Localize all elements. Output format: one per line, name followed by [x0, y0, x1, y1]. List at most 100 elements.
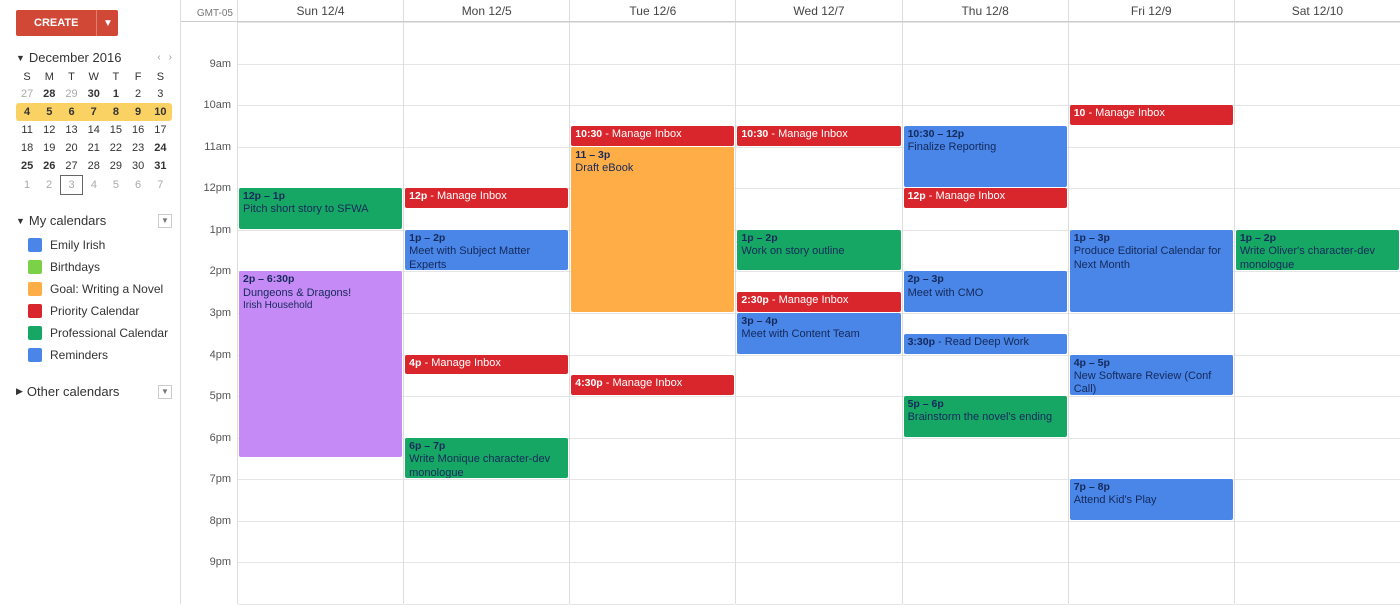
mini-cal-day[interactable]: 9 [127, 103, 149, 121]
event-title: Manage Inbox [437, 190, 507, 202]
calendar-event[interactable]: 4:30p - Manage Inbox [571, 375, 734, 395]
calendar-event[interactable]: 6p – 7pWrite Monique character-dev monol… [405, 438, 568, 479]
event-time: 3:30p [908, 336, 935, 348]
calendar-event[interactable]: 10:30 - Manage Inbox [571, 126, 734, 146]
mini-cal-day[interactable]: 7 [83, 103, 105, 121]
create-dropdown-button[interactable]: ▼ [96, 10, 118, 36]
day-header[interactable]: Sun 12/4 [237, 0, 403, 21]
mini-cal-day[interactable]: 4 [83, 176, 105, 195]
calendar-list-item[interactable]: Goal: Writing a Novel [16, 278, 172, 300]
time-label: 2pm [210, 265, 231, 277]
mini-cal-day[interactable]: 5 [38, 103, 60, 121]
day-header[interactable]: Mon 12/5 [403, 0, 569, 21]
mini-cal-day[interactable]: 7 [149, 176, 171, 195]
calendar-event[interactable]: 1p – 3pProduce Editorial Calendar for Ne… [1070, 230, 1233, 312]
mini-cal-day[interactable]: 18 [16, 139, 38, 157]
calendar-list-item[interactable]: Priority Calendar [16, 300, 172, 322]
mini-cal-day[interactable]: 31 [149, 157, 171, 176]
day-header[interactable]: Wed 12/7 [735, 0, 901, 21]
my-calendars-toggle[interactable]: ▼ My calendars [16, 213, 106, 228]
other-calendars-menu-button[interactable]: ▼ [158, 385, 172, 399]
mini-cal-day[interactable]: 4 [16, 103, 38, 121]
mini-cal-day[interactable]: 3 [60, 176, 82, 195]
mini-cal-day[interactable]: 28 [83, 157, 105, 176]
prev-month-button[interactable]: ‹ [157, 52, 160, 63]
mini-cal-day[interactable]: 28 [38, 85, 60, 103]
day-header[interactable]: Thu 12/8 [902, 0, 1068, 21]
calendar-list-item[interactable]: Reminders [16, 344, 172, 366]
calendar-event[interactable]: 12p - Manage Inbox [904, 188, 1067, 208]
mini-cal-day[interactable]: 10 [149, 103, 171, 121]
day-column[interactable]: 10:30 - Manage Inbox 1p – 2pWork on story… [735, 22, 901, 604]
calendar-event[interactable]: 10 - Manage Inbox [1070, 105, 1233, 125]
calendar-event[interactable]: 7p – 8pAttend Kid's Play [1070, 479, 1233, 520]
mini-cal-day[interactable]: 30 [127, 157, 149, 176]
mini-cal-day[interactable]: 5 [105, 176, 127, 195]
calendar-event[interactable]: 12p - Manage Inbox [405, 188, 568, 208]
calendar-event[interactable]: 4p – 5pNew Software Review (Conf Call) [1070, 355, 1233, 396]
calendar-event[interactable]: 1p – 2pMeet with Subject Matter Experts [405, 230, 568, 271]
calendar-event[interactable]: 2p – 6:30pDungeons & Dragons!Irish House… [239, 271, 402, 457]
calendar-event[interactable]: 10:30 – 12pFinalize Reporting [904, 126, 1067, 187]
calendar-list-item[interactable]: Emily Irish [16, 234, 172, 256]
mini-cal-day[interactable]: 20 [60, 139, 82, 157]
day-column[interactable]: 10:30 - Manage Inbox11 – 3pDraft eBook 4:… [569, 22, 735, 604]
my-calendars-menu-button[interactable]: ▼ [158, 214, 172, 228]
mini-cal-day[interactable]: 8 [105, 103, 127, 121]
calendar-event[interactable]: 5p – 6pBrainstorm the novel's ending [904, 396, 1067, 437]
mini-cal-day[interactable]: 16 [127, 121, 149, 139]
mini-cal-day[interactable]: 27 [16, 85, 38, 103]
mini-cal-day[interactable]: 2 [38, 176, 60, 195]
calendar-event[interactable]: 3p – 4pMeet with Content Team [737, 313, 900, 354]
mini-cal-day[interactable]: 1 [16, 176, 38, 195]
calendar-event[interactable]: 2:30p - Manage Inbox [737, 292, 900, 312]
mini-cal-day[interactable]: 24 [149, 139, 171, 157]
mini-cal-day[interactable]: 21 [83, 139, 105, 157]
calendar-list-item[interactable]: Birthdays [16, 256, 172, 278]
calendar-event[interactable]: 10:30 - Manage Inbox [737, 126, 900, 146]
mini-cal-day[interactable]: 6 [60, 103, 82, 121]
mini-cal-day[interactable]: 12 [38, 121, 60, 139]
day-column[interactable]: 12p – 1pPitch short story to SFWA 2p – 6:… [237, 22, 403, 604]
calendar-event[interactable]: 1p – 2pWork on story outline [737, 230, 900, 271]
day-header-row: GMT-05 Sun 12/4Mon 12/5Tue 12/6Wed 12/7T… [181, 0, 1400, 22]
calendar-event[interactable]: 1p – 2pWrite Oliver's character-dev mono… [1236, 230, 1399, 271]
mini-cal-day[interactable]: 27 [60, 157, 82, 176]
calendar-event[interactable]: 2p – 3pMeet with CMO [904, 271, 1067, 312]
mini-cal-day[interactable]: 26 [38, 157, 60, 176]
create-button[interactable]: CREATE [16, 10, 96, 36]
day-header[interactable]: Fri 12/9 [1068, 0, 1234, 21]
mini-cal-day[interactable]: 11 [16, 121, 38, 139]
mini-cal-day[interactable]: 3 [149, 85, 171, 103]
event-title: Manage Inbox [778, 128, 848, 140]
mini-cal-day[interactable]: 30 [83, 85, 105, 103]
mini-cal-day[interactable]: 14 [83, 121, 105, 139]
mini-cal-day[interactable]: 25 [16, 157, 38, 176]
calendar-event[interactable]: 3:30p - Read Deep Work [904, 334, 1067, 354]
mini-cal-day[interactable]: 15 [105, 121, 127, 139]
next-month-button[interactable]: › [169, 52, 172, 63]
day-column[interactable]: 10 - Manage Inbox 1p – 3pProduce Editoria… [1068, 22, 1234, 604]
mini-cal-day[interactable]: 29 [60, 85, 82, 103]
day-header[interactable]: Tue 12/6 [569, 0, 735, 21]
mini-cal-day[interactable]: 29 [105, 157, 127, 176]
mini-calendar[interactable]: SMTWTFS 27282930123456789101112131415161… [16, 69, 172, 195]
other-calendars-toggle[interactable]: ▶ Other calendars [16, 384, 119, 399]
calendar-event[interactable]: 11 – 3pDraft eBook [571, 147, 734, 312]
mini-cal-day[interactable]: 1 [105, 85, 127, 103]
mini-cal-day[interactable]: 6 [127, 176, 149, 195]
calendar-list-item[interactable]: Professional Calendar [16, 322, 172, 344]
day-header[interactable]: Sat 12/10 [1234, 0, 1400, 21]
mini-cal-day[interactable]: 2 [127, 85, 149, 103]
mini-cal-day[interactable]: 19 [38, 139, 60, 157]
calendar-event[interactable]: 12p – 1pPitch short story to SFWA [239, 188, 402, 229]
mini-cal-day[interactable]: 22 [105, 139, 127, 157]
mini-cal-day[interactable]: 13 [60, 121, 82, 139]
mini-calendar-title[interactable]: ▼ December 2016 [16, 50, 121, 65]
day-column[interactable]: 10:30 – 12pFinalize Reporting12p - Manag… [902, 22, 1068, 604]
calendar-event[interactable]: 4p - Manage Inbox [405, 355, 568, 375]
day-column[interactable]: 1p – 2pWrite Oliver's character-dev mono… [1234, 22, 1400, 604]
day-column[interactable]: 12p - Manage Inbox 1p – 2pMeet with Subje… [403, 22, 569, 604]
mini-cal-day[interactable]: 23 [127, 139, 149, 157]
mini-cal-day[interactable]: 17 [149, 121, 171, 139]
